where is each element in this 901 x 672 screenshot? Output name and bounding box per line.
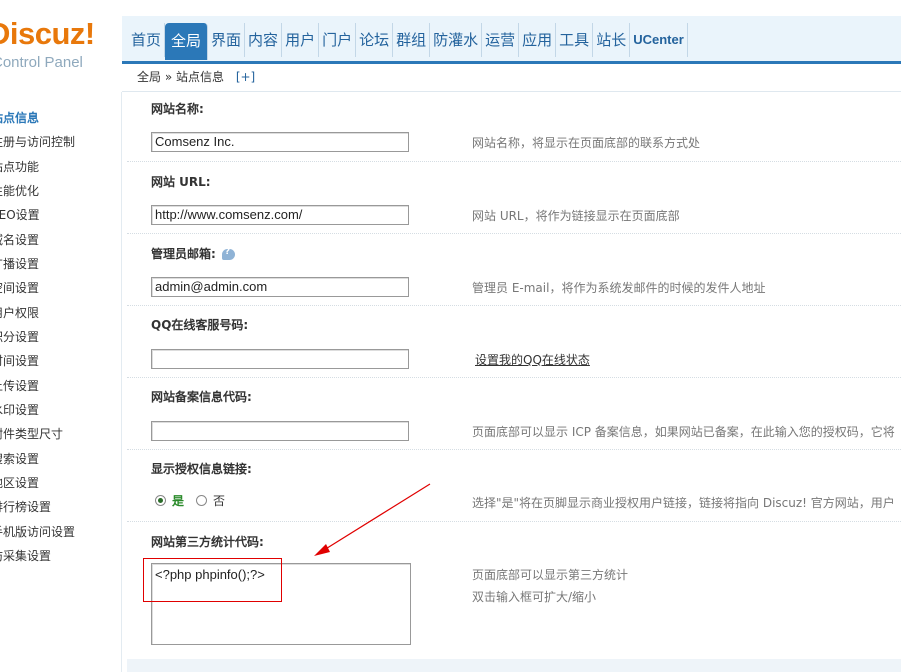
annotation-highlight-box (143, 558, 282, 602)
nav-home[interactable]: 首页 (128, 23, 166, 57)
sidebar-item-site-info[interactable]: 站点信息 (0, 108, 39, 128)
nav-operations[interactable]: 运营 (482, 23, 520, 57)
radio-yes[interactable] (155, 495, 166, 506)
sidebar-item-time[interactable]: 时间设置 (0, 351, 39, 371)
license-link-radios: 是 否 (155, 492, 237, 509)
stats-code-desc: 页面底部可以显示第三方统计 (472, 568, 629, 582)
nav-groups[interactable]: 群组 (393, 23, 431, 57)
qq-label: QQ在线客服号码: (151, 318, 249, 332)
nav-interface[interactable]: 界面 (208, 23, 246, 57)
radio-yes-label[interactable]: 是 (172, 492, 184, 509)
sidebar-item-mobile-access[interactable]: 手机版访问设置 (0, 522, 75, 542)
license-link-desc: 选择"是"将在页脚显示商业授权用户链接，链接将指向 Discuz! 官方网站，用… (472, 496, 895, 510)
sidebar-item-user-permissions[interactable]: 用户权限 (0, 303, 39, 323)
setting-site-name: 网站名称: Comsenz Inc. 网站名称，将显示在页面底部的联系方式处 (127, 92, 901, 162)
add-shortcut-button[interactable]: [+] (236, 70, 255, 84)
site-name-desc: 网站名称，将显示在页面底部的联系方式处 (472, 136, 701, 150)
site-name-input[interactable]: Comsenz Inc. (151, 132, 409, 152)
sidebar-item-attachment-types[interactable]: 附件类型尺寸 (0, 424, 63, 444)
site-name-label: 网站名称: (151, 102, 204, 116)
sidebar-item-region[interactable]: 地区设置 (0, 473, 39, 493)
admin-email-label-row: 管理员邮箱: (151, 245, 235, 262)
sidebar-item-credits[interactable]: 积分设置 (0, 327, 39, 347)
site-url-label: 网站 URL: (151, 175, 211, 189)
nav-tools[interactable]: 工具 (556, 23, 594, 57)
nav-apps[interactable]: 应用 (519, 23, 557, 57)
qq-input[interactable] (151, 349, 409, 369)
logo-brand: Discuz! (0, 16, 95, 51)
radio-no-label[interactable]: 否 (213, 492, 225, 509)
setting-license-link: 显示授权信息链接: 是 否 选择"是"将在页脚显示商业授权用户链接，链接将指向 … (127, 450, 901, 522)
nav-forum[interactable]: 论坛 (356, 23, 394, 57)
logo: Discuz! Control Panel (0, 0, 122, 90)
nav-ucenter[interactable]: UCenter (630, 23, 688, 57)
icp-label: 网站备案信息代码: (151, 390, 252, 404)
radio-no[interactable] (196, 495, 208, 506)
admin-email-label: 管理员邮箱: (151, 247, 216, 261)
sidebar-item-search[interactable]: 搜索设置 (0, 449, 39, 469)
breadcrumb-path[interactable]: 全局 » 站点信息 (137, 70, 224, 84)
logo-subtitle: Control Panel (0, 54, 83, 71)
sidebar-item-space[interactable]: 空间设置 (0, 278, 39, 298)
sidebar-item-anti-scraping[interactable]: 防采集设置 (0, 546, 51, 566)
sidebar-item-site-features[interactable]: 站点功能 (0, 157, 39, 177)
sidebar: 站点信息 注册与访问控制 站点功能 性能优化 SEO设置 域名设置 广播设置 空… (0, 92, 122, 672)
sidebar-item-register-access[interactable]: 注册与访问控制 (0, 132, 75, 152)
site-url-input[interactable]: http://www.comsenz.com/ (151, 205, 409, 225)
sidebar-item-broadcast[interactable]: 广播设置 (0, 254, 39, 274)
icp-desc: 页面底部可以显示 ICP 备案信息，如果网站已备案，在此输入您的授权码，它将 (472, 425, 895, 439)
site-url-desc: 网站 URL，将作为链接显示在页面底部 (472, 209, 680, 223)
setting-admin-email: 管理员邮箱: admin@admin.com 管理员 E-mail，将作为系统发… (127, 234, 901, 306)
sidebar-item-domain[interactable]: 域名设置 (0, 230, 39, 250)
admin-email-input[interactable]: admin@admin.com (151, 277, 409, 297)
setting-qq: QQ在线客服号码: 设置我的QQ在线状态 (127, 306, 901, 378)
nav-users[interactable]: 用户 (282, 23, 320, 57)
admin-email-desc: 管理员 E-mail，将作为系统发邮件的时候的发件人地址 (472, 281, 766, 295)
sidebar-item-seo[interactable]: SEO设置 (0, 205, 40, 225)
help-bubble-icon[interactable] (221, 247, 235, 260)
stats-code-hint: 双击输入框可扩大/缩小 (472, 590, 597, 604)
next-section-bar (127, 659, 901, 672)
license-link-label: 显示授权信息链接: (151, 462, 252, 476)
nav-portal[interactable]: 门户 (319, 23, 357, 57)
stats-code-label: 网站第三方统计代码: (151, 535, 264, 549)
qq-status-link[interactable]: 设置我的QQ在线状态 (475, 351, 590, 368)
sidebar-item-performance[interactable]: 性能优化 (0, 181, 39, 201)
breadcrumb: 全局 » 站点信息 [+] (122, 64, 901, 92)
nav-global[interactable]: 全局 (165, 23, 209, 60)
setting-site-url: 网站 URL: http://www.comsenz.com/ 网站 URL，将… (127, 162, 901, 234)
nav-content[interactable]: 内容 (245, 23, 283, 57)
top-nav-bar: 首页 全局 界面 内容 用户 门户 论坛 群组 防灌水 运营 应用 工具 站长 … (122, 0, 901, 64)
setting-icp: 网站备案信息代码: 页面底部可以显示 ICP 备案信息，如果网站已备案，在此输入… (127, 378, 901, 450)
sidebar-item-watermark[interactable]: 水印设置 (0, 400, 39, 420)
sidebar-item-upload[interactable]: 上传设置 (0, 376, 39, 396)
main-nav: 首页 全局 界面 内容 用户 门户 论坛 群组 防灌水 运营 应用 工具 站长 … (128, 20, 688, 60)
nav-anti-spam[interactable]: 防灌水 (430, 23, 483, 57)
nav-webmaster[interactable]: 站长 (593, 23, 631, 57)
top-strip (122, 0, 901, 16)
icp-input[interactable] (151, 421, 409, 441)
sidebar-item-ranking[interactable]: 排行榜设置 (0, 497, 51, 517)
